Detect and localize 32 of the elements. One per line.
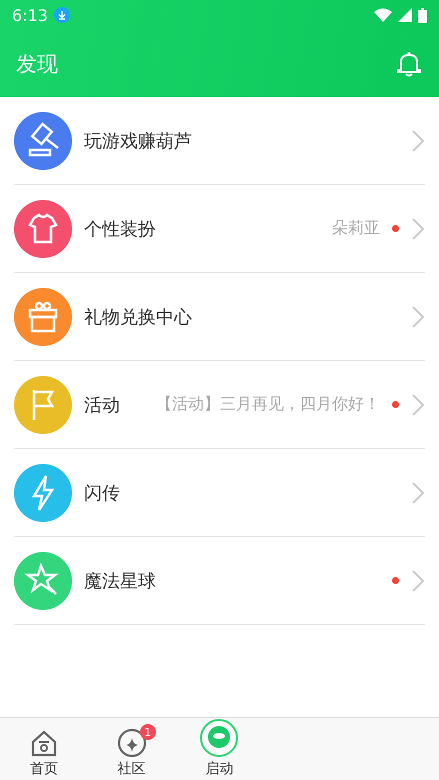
tab-bar-item[interactable]: 1 社区 xyxy=(88,718,176,780)
chevron-icon xyxy=(411,216,425,240)
chevron-icon xyxy=(411,568,425,592)
menu-row[interactable]: 活动 【活动】三月再见，四月你好！ xyxy=(14,361,425,449)
menu-row[interactable]: 魔法星球 xyxy=(14,537,425,625)
menu-label: 玩游戏赚葫芦 xyxy=(84,130,192,152)
menu-row[interactable]: 闪传 xyxy=(14,449,425,537)
menu-label: 闪传 xyxy=(84,482,120,504)
bell-icon[interactable] xyxy=(395,50,423,78)
tab-bar-item[interactable]: 启动 xyxy=(176,718,264,780)
menu-row[interactable]: 玩游戏赚葫芦 xyxy=(14,97,425,185)
count-badge: 1 xyxy=(140,724,156,740)
menu-row[interactable]: 礼物兑换中心 xyxy=(14,273,425,361)
chevron-icon xyxy=(411,480,425,504)
tab-bar-item[interactable]: 首页 xyxy=(0,718,88,780)
menu-label: 魔法星球 xyxy=(84,570,156,592)
menu-note: 朵莉亚 xyxy=(332,218,380,239)
battery-icon xyxy=(418,8,427,22)
menu-row[interactable]: 个性装扮 朵莉亚 xyxy=(14,185,425,273)
signal-icon xyxy=(398,8,412,22)
chevron-icon xyxy=(411,128,425,152)
menu-label: 个性装扮 xyxy=(84,218,156,240)
menu-note: 【活动】三月再见，四月你好！ xyxy=(156,394,380,415)
download-icon xyxy=(54,7,70,23)
wifi-icon xyxy=(374,8,392,22)
sparkle-icon xyxy=(116,728,147,758)
page-title: 发现 xyxy=(16,50,58,78)
status-time: 6:13 xyxy=(12,6,48,24)
menu-label: 礼物兑换中心 xyxy=(84,306,192,328)
chevron-icon xyxy=(411,304,425,328)
menu-label: 活动 xyxy=(84,394,120,416)
chevron-icon xyxy=(411,392,425,416)
